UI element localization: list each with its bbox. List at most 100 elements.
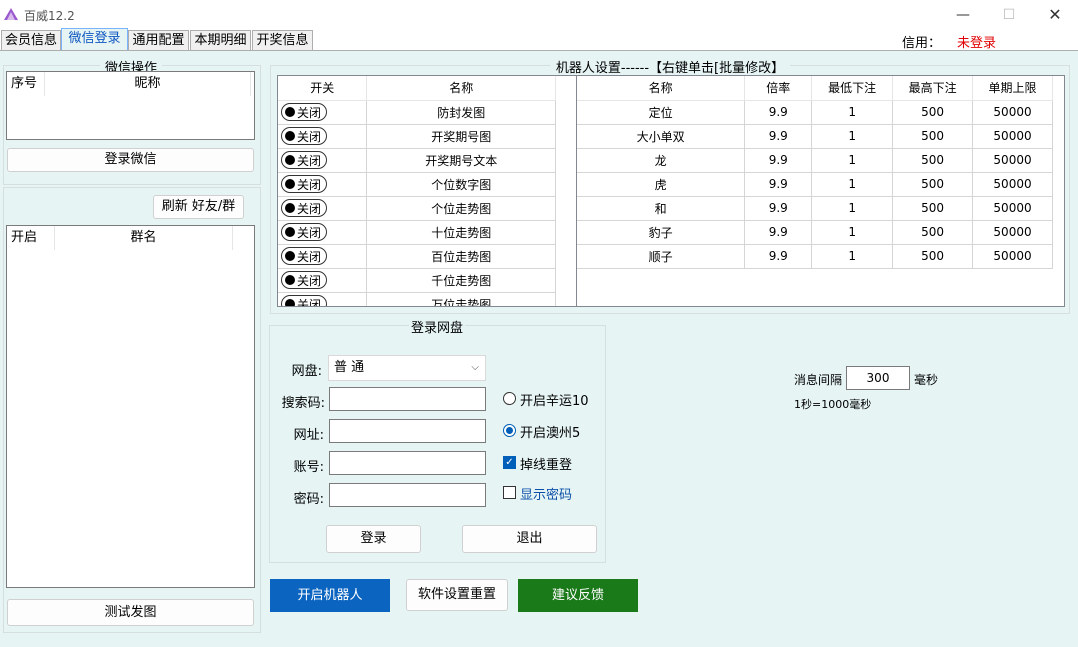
group-list[interactable]: 开启 群名 <box>6 225 255 588</box>
col-feature-name[interactable]: 名称 <box>366 76 556 101</box>
odds-grid[interactable]: 名称 倍率 最低下注 最高下注 单期上限 定位 9.9 1 500 50000 大小单双 9… <box>576 75 1065 307</box>
bet-name[interactable]: 定位 <box>577 100 746 125</box>
bet-name[interactable]: 大小单双 <box>577 124 746 149</box>
switch-cell[interactable]: 关闭 <box>278 124 368 149</box>
max-bet-value[interactable]: 500 <box>892 220 974 245</box>
feature-row[interactable]: 关闭 千位走势图 <box>278 268 556 293</box>
min-bet-value[interactable]: 1 <box>811 124 894 149</box>
bet-name[interactable]: 和 <box>577 196 746 221</box>
odds-row[interactable]: 虎 9.9 1 500 50000 <box>577 172 1053 197</box>
test-send-image-button[interactable]: 测试发图 <box>7 599 254 626</box>
max-bet-value[interactable]: 500 <box>892 172 974 197</box>
switch-cell[interactable]: 关闭 <box>278 100 368 125</box>
reset-settings-button[interactable]: 软件设置重置 <box>406 579 508 611</box>
tab-wechat-login[interactable]: 微信登录 <box>61 28 128 51</box>
odds-row[interactable]: 龙 9.9 1 500 50000 <box>577 148 1053 173</box>
maximize-icon[interactable]: ☐ <box>986 2 1032 28</box>
max-bet-value[interactable]: 500 <box>892 148 974 173</box>
relogin-label[interactable]: 掉线重登 <box>520 454 572 473</box>
switch-toggle[interactable]: 关闭 <box>281 103 327 121</box>
rate-value[interactable]: 9.9 <box>744 244 813 269</box>
tab-draw-info[interactable]: 开奖信息 <box>252 30 313 51</box>
switch-cell[interactable]: 关闭 <box>278 172 368 197</box>
show-password-label[interactable]: 显示密码 <box>520 484 572 503</box>
switch-toggle[interactable]: 关闭 <box>281 127 327 145</box>
min-bet-value[interactable]: 1 <box>811 244 894 269</box>
odds-row[interactable]: 和 9.9 1 500 50000 <box>577 196 1053 221</box>
col-rate[interactable]: 倍率 <box>744 76 813 101</box>
bet-name[interactable]: 虎 <box>577 172 746 197</box>
odds-row[interactable]: 豹子 9.9 1 500 50000 <box>577 220 1053 245</box>
col-enable[interactable]: 开启 <box>7 226 55 250</box>
account-input[interactable] <box>329 451 486 475</box>
switch-toggle[interactable]: 关闭 <box>281 175 327 193</box>
rate-value[interactable]: 9.9 <box>744 124 813 149</box>
show-password-checkbox[interactable] <box>503 486 516 499</box>
feedback-button[interactable]: 建议反馈 <box>518 579 638 612</box>
tab-general-config[interactable]: 通用配置 <box>128 30 189 51</box>
lucky10-radio[interactable] <box>503 392 516 405</box>
odds-row[interactable]: 定位 9.9 1 500 50000 <box>577 100 1053 125</box>
max-bet-value[interactable]: 500 <box>892 100 974 125</box>
min-bet-value[interactable]: 1 <box>811 220 894 245</box>
switch-cell[interactable]: 关闭 <box>278 196 368 221</box>
disk-type-select[interactable]: 普 通 ⌵ <box>328 355 486 381</box>
refresh-friends-groups-button[interactable]: 刷新 好友/群 <box>153 195 244 219</box>
rate-value[interactable]: 9.9 <box>744 100 813 125</box>
bet-name[interactable]: 龙 <box>577 148 746 173</box>
relogin-checkbox[interactable]: ✓ <box>503 456 516 469</box>
switch-toggle[interactable]: 关闭 <box>281 151 327 169</box>
switch-toggle[interactable]: 关闭 <box>281 271 327 289</box>
max-bet-value[interactable]: 500 <box>892 124 974 149</box>
period-limit-value[interactable]: 50000 <box>972 172 1053 197</box>
period-limit-value[interactable]: 50000 <box>972 148 1053 173</box>
odds-row[interactable]: 大小单双 9.9 1 500 50000 <box>577 124 1053 149</box>
min-bet-value[interactable]: 1 <box>811 148 894 173</box>
rate-value[interactable]: 9.9 <box>744 196 813 221</box>
max-bet-value[interactable]: 500 <box>892 196 974 221</box>
switch-toggle[interactable]: 关闭 <box>281 247 327 265</box>
col-index[interactable]: 序号 <box>7 72 45 96</box>
close-icon[interactable]: ✕ <box>1032 2 1078 28</box>
lucky10-label[interactable]: 开启辛运10 <box>520 390 589 409</box>
interval-input[interactable]: 300 <box>846 366 910 390</box>
tab-period-detail[interactable]: 本期明细 <box>190 30 251 51</box>
feature-row[interactable]: 关闭 万位走势图 <box>278 292 556 306</box>
switch-cell[interactable]: 关闭 <box>278 292 368 306</box>
period-limit-value[interactable]: 50000 <box>972 124 1053 149</box>
rate-value[interactable]: 9.9 <box>744 172 813 197</box>
col-max-bet[interactable]: 最高下注 <box>892 76 974 101</box>
col-group-name[interactable]: 群名 <box>55 226 233 250</box>
feature-row[interactable]: 关闭 百位走势图 <box>278 244 556 269</box>
feature-row[interactable]: 关闭 开奖期号文本 <box>278 148 556 173</box>
macau5-radio[interactable] <box>503 424 516 437</box>
min-bet-value[interactable]: 1 <box>811 100 894 125</box>
col-min-bet[interactable]: 最低下注 <box>811 76 894 101</box>
minimize-icon[interactable]: — <box>940 2 986 28</box>
switch-cell[interactable]: 关闭 <box>278 220 368 245</box>
start-robot-button[interactable]: 开启机器人 <box>270 579 390 612</box>
switch-cell[interactable]: 关闭 <box>278 244 368 269</box>
col-nickname[interactable]: 昵称 <box>45 72 251 96</box>
login-wechat-button[interactable]: 登录微信 <box>7 148 254 172</box>
col-period-limit[interactable]: 单期上限 <box>972 76 1053 101</box>
min-bet-value[interactable]: 1 <box>811 172 894 197</box>
password-input[interactable] <box>329 483 486 507</box>
switch-toggle[interactable]: 关闭 <box>281 223 327 241</box>
netdisk-login-button[interactable]: 登录 <box>326 525 421 553</box>
tab-member-info[interactable]: 会员信息 <box>1 30 61 51</box>
wechat-account-list[interactable]: 序号 昵称 <box>6 71 255 140</box>
feature-row[interactable]: 关闭 个位走势图 <box>278 196 556 221</box>
feature-row[interactable]: 关闭 十位走势图 <box>278 220 556 245</box>
search-code-input[interactable] <box>329 387 486 411</box>
bet-name[interactable]: 豹子 <box>577 220 746 245</box>
odds-row[interactable]: 顺子 9.9 1 500 50000 <box>577 244 1053 269</box>
switch-toggle[interactable]: 关闭 <box>281 199 327 217</box>
max-bet-value[interactable]: 500 <box>892 244 974 269</box>
col-bet-name[interactable]: 名称 <box>577 76 746 101</box>
macau5-label[interactable]: 开启澳州5 <box>520 422 580 441</box>
rate-value[interactable]: 9.9 <box>744 148 813 173</box>
period-limit-value[interactable]: 50000 <box>972 196 1053 221</box>
url-input[interactable] <box>329 419 486 443</box>
switch-toggle[interactable]: 关闭 <box>281 295 327 306</box>
